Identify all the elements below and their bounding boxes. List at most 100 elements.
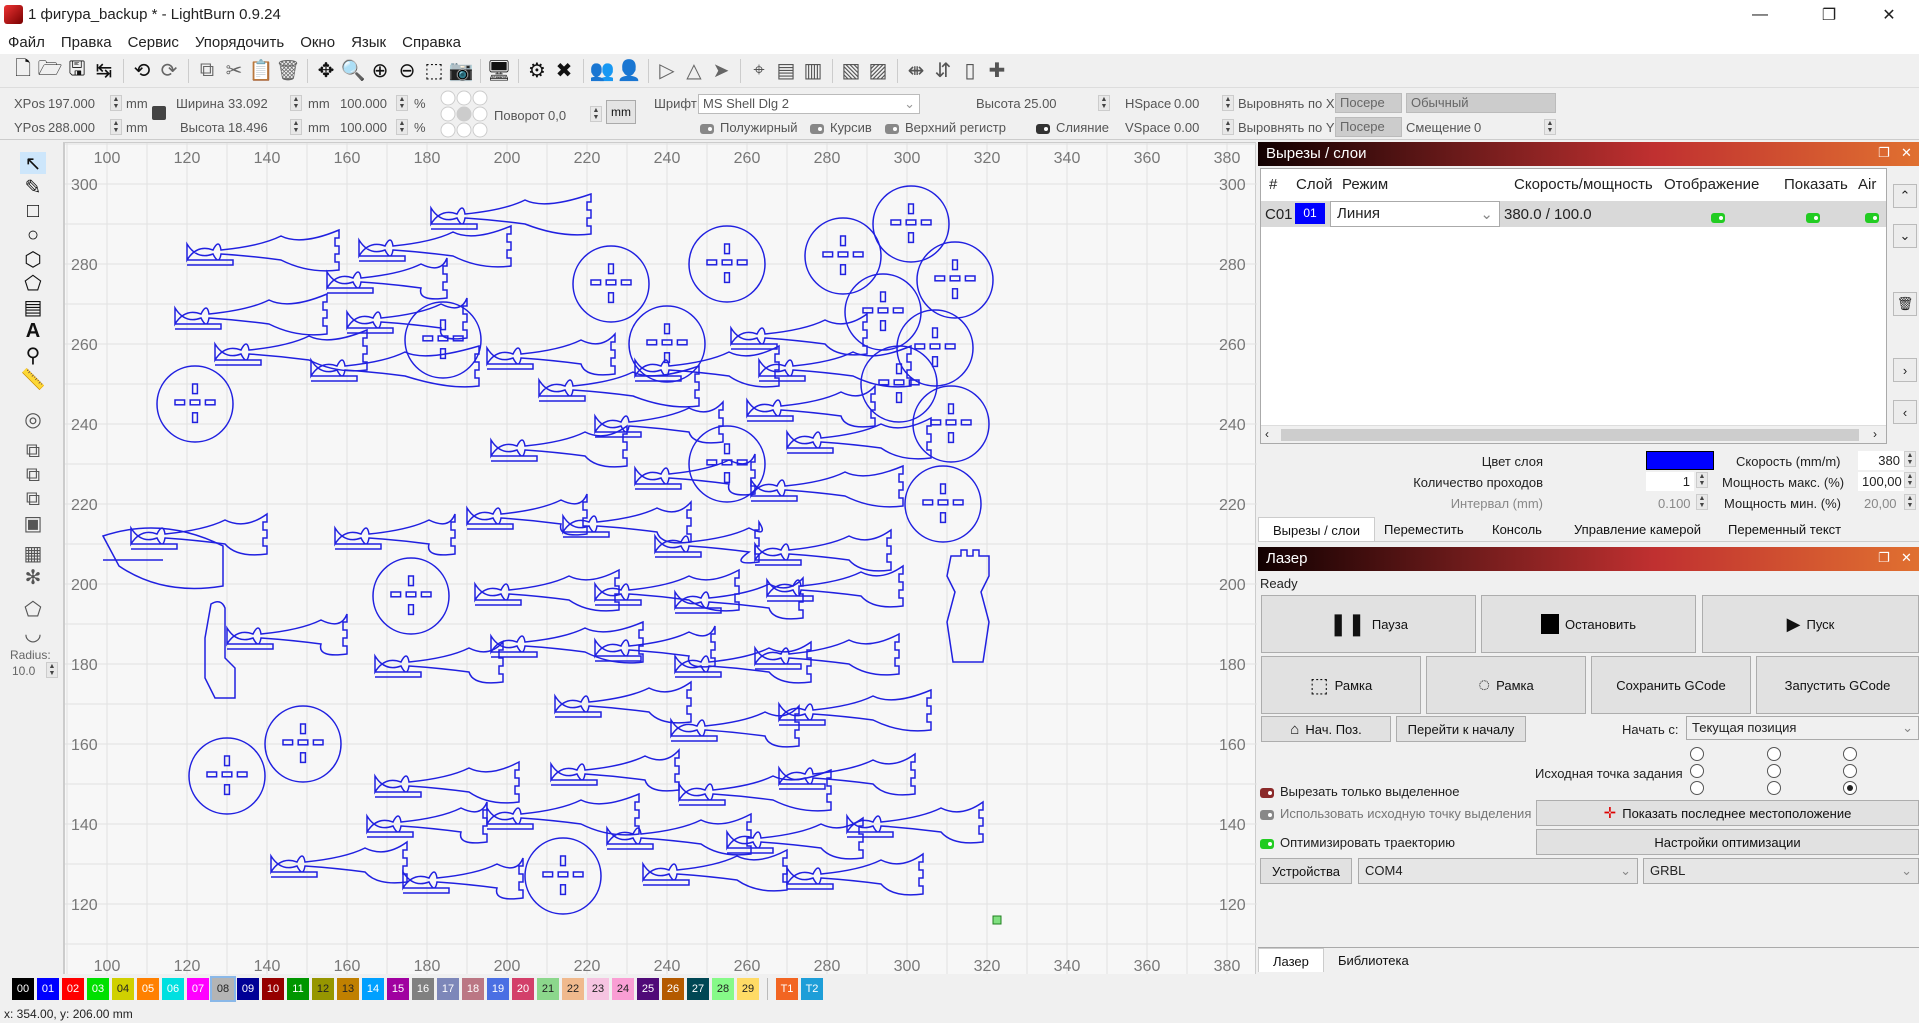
align-left-icon[interactable]: ▤ — [773, 58, 799, 84]
rotate-spinner[interactable]: ▲ ▼ — [590, 106, 602, 122]
layer-color-swatch[interactable] — [1646, 451, 1714, 470]
monitor-icon[interactable]: 🖥 — [486, 58, 512, 84]
circle-part[interactable] — [804, 217, 882, 295]
palette-swatch-01[interactable]: 01 — [37, 978, 59, 1000]
key-part[interactable] — [130, 512, 268, 556]
palette-swatch-23[interactable]: 23 — [587, 978, 609, 1000]
select-icon[interactable]: ↖ — [20, 152, 46, 175]
palette-swatch-09[interactable]: 09 — [237, 978, 259, 1000]
tab-variable-text[interactable]: Переменный текст — [1714, 517, 1855, 541]
palette-swatch-T2[interactable]: T2 — [801, 978, 823, 1000]
key-part[interactable] — [678, 768, 832, 812]
delete-layer-button[interactable]: 🗑 — [1893, 292, 1917, 316]
text-height-field[interactable]: 25.00 — [1024, 96, 1057, 111]
boolean-union-icon[interactable]: ⧉ — [20, 440, 46, 462]
job-origin-radio[interactable] — [1767, 781, 1781, 795]
circle-part[interactable] — [524, 837, 602, 915]
measure-icon[interactable]: 📏 — [20, 368, 46, 391]
delete-icon[interactable]: 🗑 — [275, 58, 301, 84]
canvas-svg[interactable]: 100 100 120 120 140 140 160 160 180 180 200 200 220 2… — [65, 143, 1257, 979]
port-select[interactable]: COM4 ⌄ — [1358, 858, 1638, 884]
ypos-spinner[interactable]: ▲ ▼ — [110, 119, 122, 135]
key-part[interactable] — [374, 640, 504, 684]
column-header[interactable]: Показать — [1784, 176, 1848, 193]
boolean-difference-icon[interactable]: ⧉ — [20, 464, 46, 486]
align-bottom-icon[interactable]: ▨ — [865, 58, 891, 84]
key-part[interactable] — [226, 613, 348, 656]
hspace-spinner[interactable]: ▲ ▼ — [1222, 95, 1234, 111]
menu-language[interactable]: Язык — [351, 34, 386, 51]
palette-swatch-12[interactable]: 12 — [312, 978, 334, 1000]
optimize-toggle[interactable]: Оптимизировать траекторию — [1260, 835, 1455, 850]
scroll-right-icon[interactable]: › — [1873, 427, 1877, 441]
close-button[interactable]: ✕ — [1866, 0, 1912, 30]
menu-file[interactable]: Файл — [8, 34, 45, 51]
palette-swatch-05[interactable]: 05 — [137, 978, 159, 1000]
resize-icon[interactable]: ▯ — [957, 58, 983, 84]
run-gcode-button[interactable]: Запустить GCode — [1756, 656, 1919, 714]
minimize-button[interactable]: — — [1737, 0, 1783, 30]
zoom-fit-icon[interactable]: 🔍 — [340, 58, 366, 84]
table-row[interactable]: C01 01 Линия ⌄ 380.0 / 100.0 — [1261, 201, 1886, 227]
move-laser-icon[interactable]: ✚ — [984, 58, 1010, 84]
redo-icon[interactable]: ⟳ — [156, 58, 182, 84]
circle-part[interactable] — [572, 245, 650, 323]
scrollbar-thumb[interactable] — [1281, 429, 1859, 441]
offset-spinner[interactable]: ▲ ▼ — [1544, 119, 1556, 135]
palette-swatch-10[interactable]: 10 — [262, 978, 284, 1000]
save-as-icon[interactable]: ↹ — [91, 58, 117, 84]
width-field[interactable]: 33.092 — [228, 96, 268, 111]
key-part[interactable] — [778, 688, 932, 732]
layer-color-badge[interactable]: 01 — [1295, 203, 1325, 224]
home-button[interactable]: ⌂ Нач. Поз. — [1261, 716, 1391, 742]
close-panel-icon[interactable]: ✕ — [1901, 550, 1912, 566]
height-field[interactable]: 18.496 — [228, 120, 268, 135]
tools-icon[interactable]: ✖ — [551, 58, 577, 84]
key-part[interactable] — [374, 760, 520, 804]
zoom-out-icon[interactable]: ⊖ — [394, 58, 420, 84]
corner-radius-icon[interactable]: ◡ — [20, 622, 46, 645]
height-spinner[interactable]: ▲ ▼ — [290, 119, 302, 135]
key-part[interactable] — [466, 493, 588, 536]
units-toggle-button[interactable]: mm — [606, 100, 636, 124]
key-part[interactable] — [486, 792, 640, 836]
xpos-spinner[interactable]: ▲ ▼ — [110, 95, 122, 111]
radius-spinner[interactable]: ▲ ▼ — [46, 662, 58, 678]
cut-icon[interactable]: ✂ — [221, 58, 247, 84]
scale-y-field[interactable]: 100.000 — [340, 120, 387, 135]
passes-spinner[interactable]: ▲ ▼ — [1696, 472, 1708, 488]
palette-swatch-17[interactable]: 17 — [437, 978, 459, 1000]
column-header[interactable]: Слой — [1296, 176, 1332, 193]
start-button[interactable]: ▶ Пуск — [1702, 595, 1919, 653]
air-toggle[interactable] — [1865, 212, 1879, 223]
cut-selected-toggle[interactable]: Вырезать только выделенное — [1260, 784, 1460, 799]
column-header[interactable]: Режим — [1342, 176, 1388, 193]
circle-part[interactable] — [156, 365, 234, 443]
align-y-select[interactable]: Посере — [1335, 117, 1402, 137]
start-from-select[interactable]: Текущая позиция ⌄ — [1686, 716, 1919, 740]
menu-tools[interactable]: Сервис — [128, 34, 179, 51]
job-origin-radio[interactable] — [1843, 764, 1857, 778]
controller-select[interactable]: GRBL ⌄ — [1643, 858, 1919, 884]
polygon-icon[interactable]: ⬡ — [20, 248, 46, 271]
open-folder-icon[interactable]: 🗁 — [37, 58, 63, 84]
menu-window[interactable]: Окно — [300, 34, 335, 51]
max-power-spinner[interactable]: ▲ ▼ — [1904, 472, 1916, 488]
palette-swatch-19[interactable]: 19 — [487, 978, 509, 1000]
menu-help[interactable]: Справка — [402, 34, 461, 51]
menu-edit[interactable]: Правка — [61, 34, 112, 51]
text-icon[interactable]: A — [20, 320, 46, 342]
scale-x-spinner[interactable]: ▲ ▼ — [396, 95, 408, 111]
close-panel-icon[interactable]: ✕ — [1901, 145, 1912, 161]
design-canvas[interactable]: 100 100 120 120 140 140 160 160 180 180 200 200 220 2… — [64, 142, 1257, 979]
output-toggle[interactable] — [1711, 212, 1725, 223]
zoom-selection-icon[interactable]: ⬚ — [421, 58, 447, 84]
xpos-field[interactable]: 197.000 — [48, 96, 95, 111]
interval-spinner[interactable]: ▲ ▼ — [1696, 494, 1708, 510]
use-selection-origin-toggle[interactable]: Использовать исходную точку выделения — [1260, 806, 1531, 821]
move-layer-up-button[interactable]: ⌃ — [1893, 184, 1917, 208]
float-panel-icon[interactable]: ❐ — [1878, 145, 1890, 161]
distribute-h-icon[interactable]: ⇼ — [903, 58, 929, 84]
ypos-field[interactable]: 288.000 — [48, 120, 95, 135]
bold-toggle[interactable]: Полужирный — [700, 120, 798, 135]
